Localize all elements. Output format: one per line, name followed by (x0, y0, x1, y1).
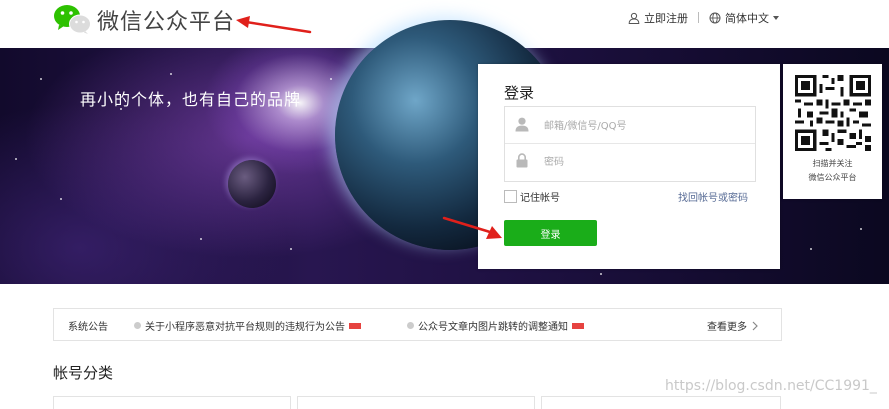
watermark-text: https://blog.csdn.net/CC1991_ (665, 378, 877, 394)
category-card[interactable] (541, 396, 781, 409)
qr-caption-line1: 扫描并关注 (812, 159, 853, 168)
lock-icon (516, 153, 528, 168)
login-button[interactable]: 登录 (504, 220, 597, 246)
remember-checkbox[interactable] (504, 190, 517, 203)
notice-item[interactable]: 关于小程序恶意对抗平台规则的违规行为公告 (134, 318, 361, 333)
language-selector[interactable]: 简体中文 (709, 10, 779, 26)
notice-bullet (407, 322, 414, 329)
notice-text: 公众号文章内图片跳转的调整通知 (418, 322, 568, 333)
notice-item[interactable]: 公众号文章内图片跳转的调整通知 (407, 318, 584, 333)
header-divider (698, 12, 699, 23)
globe-icon (709, 12, 721, 24)
view-more-link[interactable]: 查看更多 (707, 318, 758, 333)
account-user-icon (515, 117, 529, 132)
qr-code-image (795, 75, 871, 151)
moon-illustration (228, 160, 276, 208)
view-more-label: 查看更多 (707, 322, 747, 333)
password-input[interactable] (542, 152, 746, 172)
notice-label: 系统公告 (68, 322, 108, 333)
notice-text: 关于小程序恶意对抗平台规则的违规行为公告 (145, 322, 345, 333)
notice-bullet (134, 322, 141, 329)
caret-down-icon (773, 16, 779, 20)
user-icon (628, 12, 640, 24)
annotation-arrow-brand (236, 16, 312, 34)
new-badge-icon (572, 322, 584, 329)
category-card[interactable] (53, 396, 291, 409)
login-title: 登录 (504, 84, 535, 102)
new-badge-icon (349, 322, 361, 329)
register-link[interactable]: 立即注册 (628, 10, 688, 26)
language-label: 简体中文 (725, 12, 769, 25)
brand-title: 微信公众平台 (97, 10, 236, 35)
account-input[interactable] (542, 116, 746, 136)
chevron-right-icon (752, 321, 758, 330)
forgot-password-link[interactable]: 找回帐号或密码 (678, 189, 748, 204)
wechat-logo-icon[interactable] (53, 3, 91, 35)
banner-slogan: 再小的个体，也有自己的品牌 (80, 90, 302, 109)
qr-caption-line2: 微信公众平台 (808, 173, 857, 182)
annotation-arrow-login (442, 216, 502, 239)
section-title: 帐号分类 (53, 364, 114, 382)
login-fields-divider (505, 143, 755, 144)
remember-label[interactable]: 记住帐号 (520, 189, 560, 204)
category-card[interactable] (297, 396, 535, 409)
register-label: 立即注册 (644, 12, 688, 25)
